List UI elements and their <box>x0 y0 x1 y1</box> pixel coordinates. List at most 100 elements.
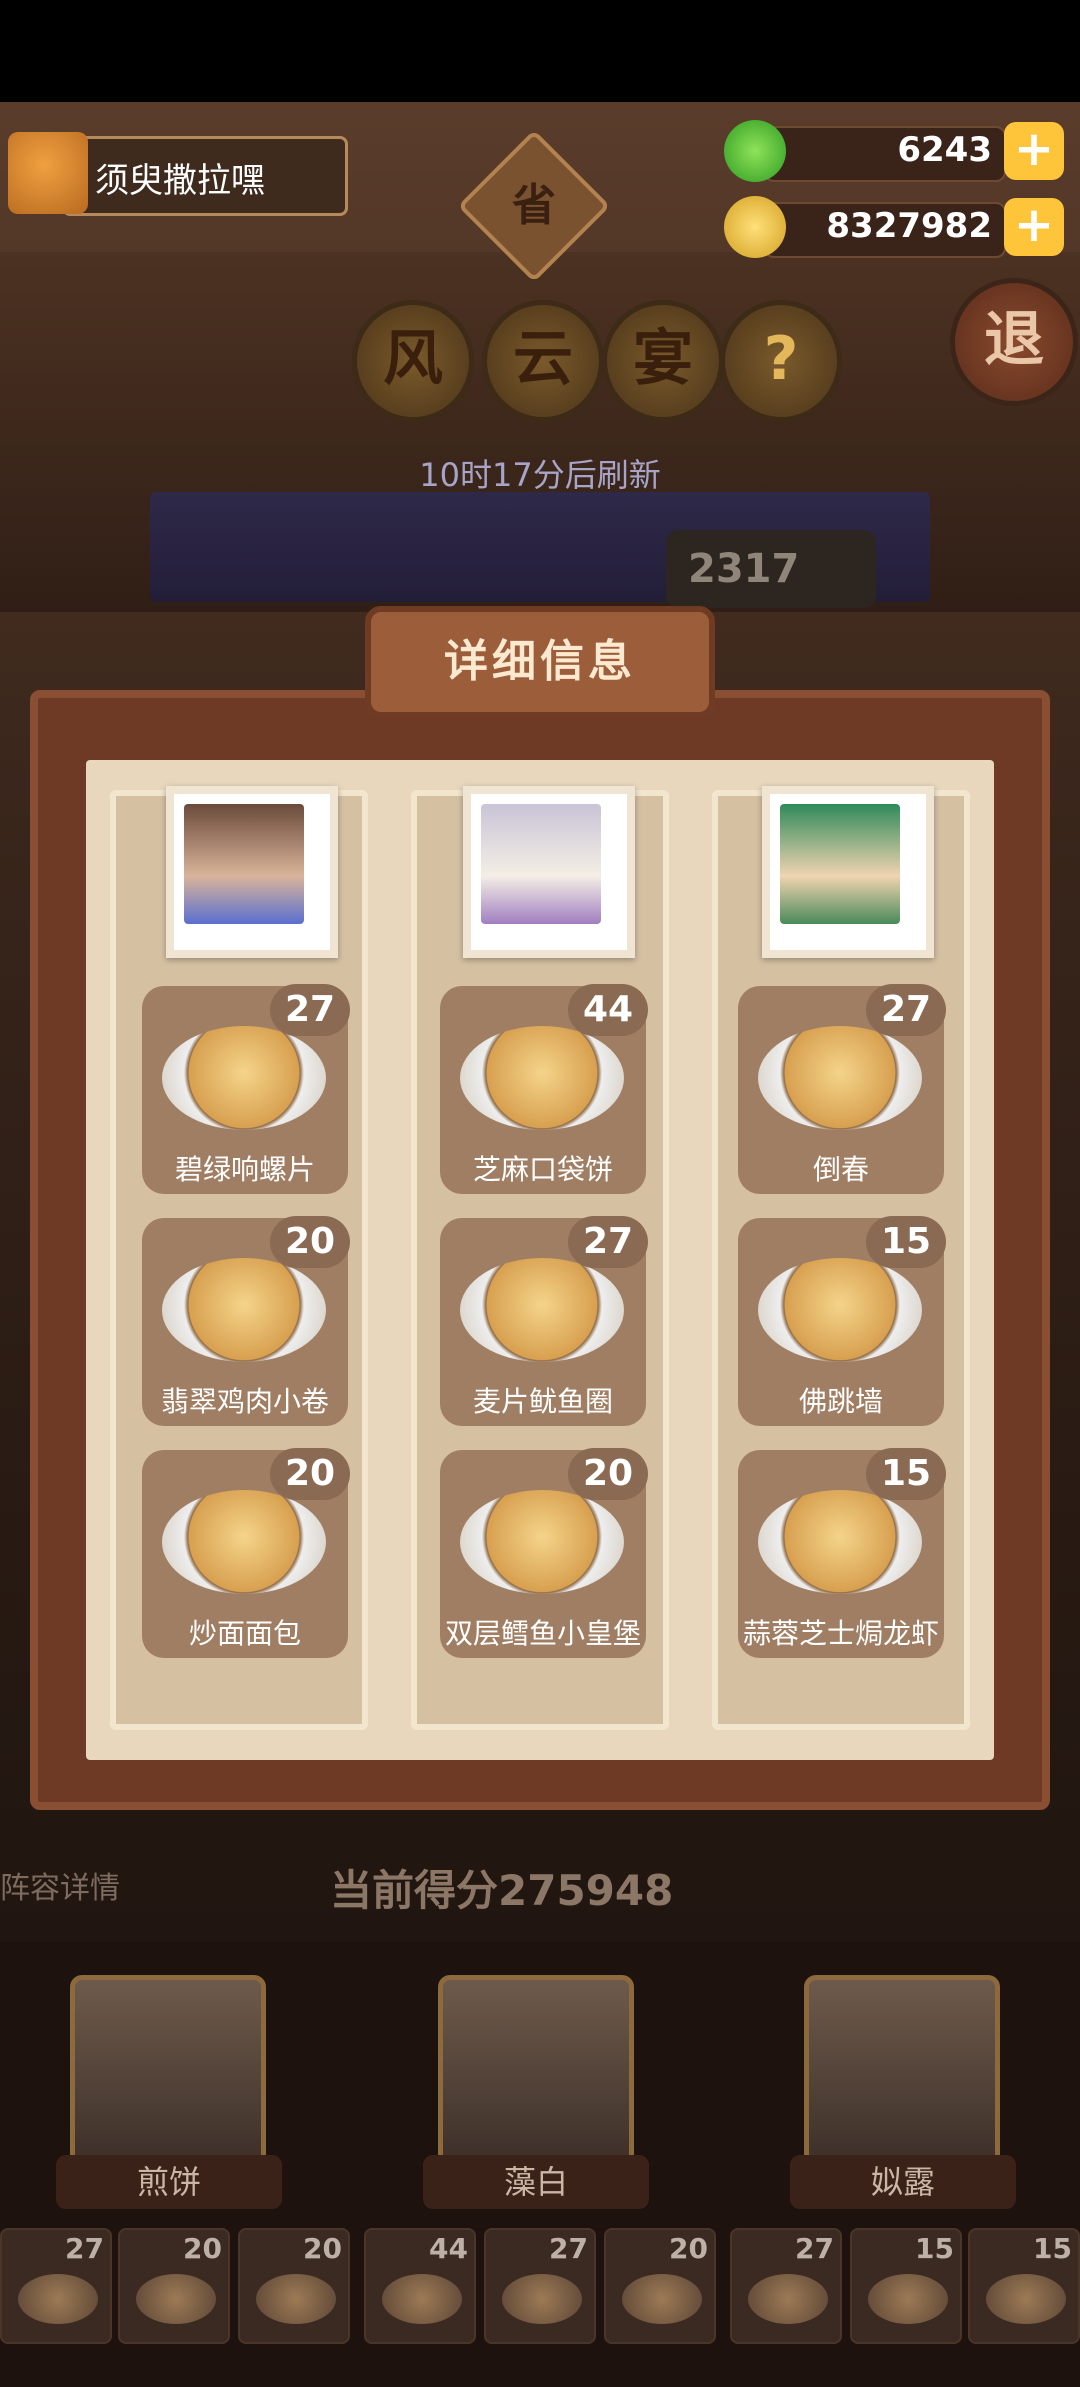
dish-name: 芝麻口袋饼 <box>472 1153 613 1186</box>
strip-dish-image <box>502 2274 582 2324</box>
event-title-char-1: 风 <box>352 300 474 422</box>
strip-dish[interactable]: 20 <box>118 2228 230 2344</box>
score-chip: 2317 <box>666 530 876 608</box>
strip-dish[interactable]: 15 <box>968 2228 1080 2344</box>
event-title-char-2: 云 <box>482 300 604 422</box>
character-name: 藻白 <box>423 2155 649 2209</box>
strip-dish-count: 15 <box>1033 2232 1072 2265</box>
dish-name: 翡翠鸡肉小卷 <box>160 1385 329 1418</box>
dish-strip: 27 20 20 44 27 20 27 15 15 <box>0 2228 1080 2348</box>
dish-image <box>460 1026 624 1130</box>
dish-name: 佛跳墙 <box>798 1385 883 1418</box>
character-portrait <box>463 786 635 958</box>
gold-coin-icon <box>724 196 786 258</box>
character-portrait <box>762 786 934 958</box>
province-badge-label: 省 <box>512 180 556 231</box>
strip-dish-image <box>748 2274 828 2324</box>
dish-count: 27 <box>568 1216 648 1268</box>
player-name: 须臾撒拉嘿 <box>95 161 265 201</box>
dish-image <box>162 1026 326 1130</box>
modal-title-plate: 详细信息 <box>365 606 715 718</box>
dish-card[interactable]: 20 翡翠鸡肉小卷 <box>142 1216 350 1426</box>
player-avatar-icon <box>8 132 88 214</box>
jade-value: 6243 <box>897 130 992 170</box>
character-card[interactable] <box>70 1975 266 2175</box>
strip-dish-image <box>18 2274 98 2324</box>
event-title-char-3: 宴 <box>602 300 724 422</box>
dish-name: 碧绿响螺片 <box>174 1153 315 1186</box>
strip-dish-image <box>622 2274 702 2324</box>
dish-image <box>758 1026 922 1130</box>
dish-card[interactable]: 15 蒜蓉芝士焗龙虾 <box>738 1448 946 1658</box>
dish-count: 20 <box>270 1216 350 1268</box>
strip-dish-count: 20 <box>303 2232 342 2265</box>
dish-name: 倒春 <box>812 1153 869 1186</box>
coin-value: 8327982 <box>826 206 992 246</box>
bottom-header: 阵容详情 当前得分275948 <box>0 1845 1080 1945</box>
strip-dish[interactable]: 20 <box>604 2228 716 2344</box>
dish-card[interactable]: 15 佛跳墙 <box>738 1216 946 1426</box>
status-bar <box>0 0 1080 102</box>
strip-dish-count: 15 <box>915 2232 954 2265</box>
dish-image <box>758 1258 922 1362</box>
refresh-timer: 10时17分后刷新 <box>419 456 661 494</box>
dish-card[interactable]: 44 芝麻口袋饼 <box>440 984 648 1194</box>
current-score: 当前得分275948 <box>330 1866 674 1915</box>
strip-dish-count: 27 <box>65 2232 104 2265</box>
modal-content: 27 碧绿响螺片 20 翡翠鸡肉小卷 20 炒面面包 44 芝麻口袋饼 27 麦… <box>86 760 994 1760</box>
dish-count: 44 <box>568 984 648 1036</box>
jade-resource: 6243 + <box>724 120 1064 182</box>
strip-dish[interactable]: 20 <box>238 2228 350 2344</box>
dish-card[interactable]: 27 倒春 <box>738 984 946 1194</box>
character-name: 姒露 <box>790 2155 1016 2209</box>
dish-count: 20 <box>270 1448 350 1500</box>
character-portrait-image <box>481 804 601 924</box>
strip-dish-count: 20 <box>669 2232 708 2265</box>
detail-modal: 27 碧绿响螺片 20 翡翠鸡肉小卷 20 炒面面包 44 芝麻口袋饼 27 麦… <box>30 606 1050 1870</box>
exit-button[interactable]: 退 <box>950 278 1078 406</box>
player-badge[interactable]: 须臾撒拉嘿 <box>8 132 348 216</box>
strip-dish[interactable]: 27 <box>484 2228 596 2344</box>
player-name-box: 须臾撒拉嘿 <box>62 136 348 216</box>
dish-image <box>162 1258 326 1362</box>
strip-dish-image <box>868 2274 948 2324</box>
dish-card[interactable]: 20 双层鳕鱼小皇堡 <box>440 1448 648 1658</box>
dish-image <box>162 1490 326 1594</box>
jade-coin-icon <box>724 120 786 182</box>
strip-dish-count: 27 <box>549 2232 588 2265</box>
strip-dish[interactable]: 27 <box>0 2228 112 2344</box>
add-jade-button[interactable]: + <box>1004 122 1064 180</box>
character-portrait-image <box>780 804 900 924</box>
strip-dish[interactable]: 44 <box>364 2228 476 2344</box>
dish-count: 27 <box>866 984 946 1036</box>
coin-resource: 8327982 + <box>724 196 1064 258</box>
dish-name: 蒜蓉芝士焗龙虾 <box>742 1617 939 1650</box>
character-name: 煎饼 <box>56 2155 282 2209</box>
dish-card[interactable]: 20 炒面面包 <box>142 1448 350 1658</box>
modal-title: 详细信息 <box>444 636 636 687</box>
dish-count: 15 <box>866 1448 946 1500</box>
strip-dish-count: 27 <box>795 2232 834 2265</box>
strip-dish-image <box>986 2274 1066 2324</box>
strip-dish-count: 44 <box>429 2232 468 2265</box>
dish-name: 麦片鱿鱼圈 <box>472 1385 613 1418</box>
dish-name: 双层鳕鱼小皇堡 <box>444 1617 641 1650</box>
dish-image <box>460 1490 624 1594</box>
strip-dish-image <box>382 2274 462 2324</box>
add-coins-button[interactable]: + <box>1004 198 1064 256</box>
dish-image <box>758 1490 922 1594</box>
dish-card[interactable]: 27 碧绿响螺片 <box>142 984 350 1194</box>
character-card[interactable] <box>438 1975 634 2175</box>
strip-dish[interactable]: 27 <box>730 2228 842 2344</box>
dish-count: 20 <box>568 1448 648 1500</box>
dish-count: 27 <box>270 984 350 1036</box>
character-portrait <box>166 786 338 958</box>
strip-dish[interactable]: 15 <box>850 2228 962 2344</box>
character-card[interactable] <box>804 1975 1000 2175</box>
help-button[interactable]: ? <box>720 300 842 422</box>
dish-name: 炒面面包 <box>188 1617 301 1650</box>
dish-image <box>460 1258 624 1362</box>
character-portrait-image <box>184 804 304 924</box>
dish-card[interactable]: 27 麦片鱿鱼圈 <box>440 1216 648 1426</box>
lineup-details-link[interactable]: 阵容详情 <box>0 1863 120 1907</box>
